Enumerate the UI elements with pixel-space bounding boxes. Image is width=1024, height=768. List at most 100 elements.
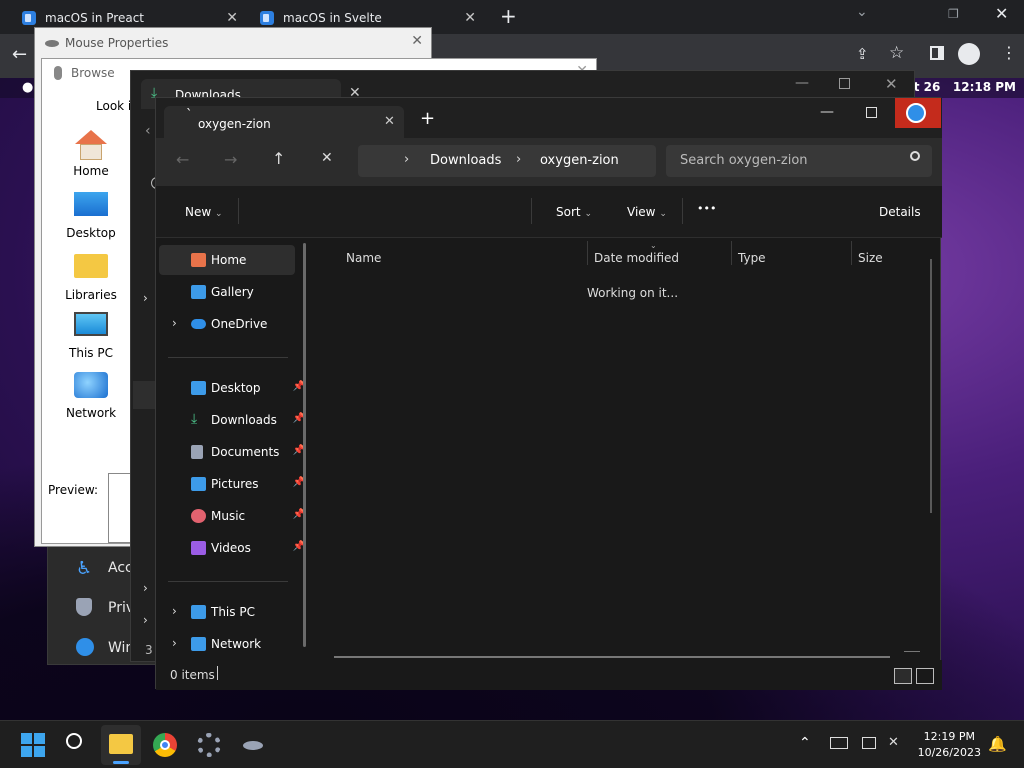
chevron-right-icon[interactable]: › [143,613,148,627]
network-offline-icon[interactable] [830,737,848,749]
settings-gear-icon[interactable] [197,733,221,757]
explorer-tab[interactable]: ` oxygen-zion ✕ [164,106,404,138]
search-icon[interactable] [910,151,920,161]
nav-scrollbar[interactable] [303,243,306,647]
side-panel-icon[interactable] [930,46,944,60]
horizontal-scrollbar[interactable] [334,656,890,658]
column-divider[interactable] [851,241,852,265]
app-overlay-icon [906,103,926,123]
place-label: Libraries [65,288,117,302]
chevron-right-icon[interactable]: › [172,316,177,330]
video-icon [191,541,206,555]
file-explorer-icon [109,734,133,754]
back-arrow-icon[interactable]: ← [12,44,27,65]
nav-item-downloads[interactable]: ⤓ Downloads 📌 [159,405,305,435]
more-menu-icon[interactable]: ⋮ [1001,43,1017,62]
home-icon [74,130,108,160]
minimize-icon[interactable]: — [820,104,834,120]
explorer-nav-bar: ← → ↑ ✕ › Downloads › oxygen-zion Search… [156,138,942,186]
nav-item-desktop[interactable]: Desktop 📌 [159,373,305,403]
nav-item-onedrive[interactable]: › OneDrive [159,309,295,339]
search-icon[interactable] [66,733,90,757]
place-network[interactable]: Network [52,372,130,420]
search-input[interactable]: Search oxygen-zion [680,153,808,168]
loading-text: Working on it... [587,286,679,300]
close-tab-icon[interactable]: ✕ [384,114,395,129]
share-icon[interactable]: ⇪ [856,45,869,63]
nav-item-home[interactable]: Home [159,245,295,275]
new-tab-button[interactable]: + [500,4,517,28]
profile-avatar-icon[interactable] [958,43,980,65]
new-tab-button[interactable]: + [420,108,435,129]
nav-item-documents[interactable]: Documents 📌 [159,437,305,467]
navigation-pane: Home Gallery › OneDrive Desktop 📌 ⤓ Down… [156,239,314,689]
nav-item-music[interactable]: Music 📌 [159,501,305,531]
back-arrow-icon[interactable]: ‹ [145,123,151,139]
place-this-pc[interactable]: This PC [52,312,130,360]
taskbar-explorer-active[interactable] [101,725,141,765]
minimize-icon[interactable]: — [795,75,809,91]
notification-bell-icon[interactable]: 🔔 [988,735,1007,753]
close-tab-icon[interactable]: ✕ [226,10,238,26]
taskbar-clock[interactable]: 12:19 PM 10/26/2023 [918,729,981,761]
close-icon[interactable]: ✕ [885,75,898,93]
show-hidden-icons-icon[interactable]: ⌃ [799,735,811,751]
nav-selected-item[interactable] [133,381,155,409]
up-arrow-icon[interactable]: ↑ [272,149,285,168]
divider [168,581,288,582]
nav-item-gallery[interactable]: Gallery [159,277,295,307]
address-bar[interactable]: › Downloads › oxygen-zion [358,145,656,177]
explorer-command-bar: New ⌄ Sort ⌄ View ⌄ ••• Details [156,186,942,238]
view-button[interactable]: View ⌄ [627,205,667,219]
nav-item-videos[interactable]: Videos 📌 [159,533,305,563]
place-home[interactable]: Home [52,130,130,178]
nav-item-label: Gallery [211,285,254,299]
display-icon[interactable] [862,737,876,749]
back-arrow-icon[interactable]: ← [176,150,189,169]
apple-icon[interactable]: ● [22,80,33,95]
nav-item-this-pc[interactable]: › This PC [159,597,295,627]
forward-arrow-icon[interactable]: → [224,150,237,169]
details-button[interactable]: Details [879,205,921,219]
status-bar: 0 items [156,660,942,690]
close-icon[interactable]: ✕ [411,33,423,49]
stop-loading-icon[interactable]: ✕ [321,150,333,166]
tab-search-chevron-icon[interactable]: ⌄ [856,4,868,20]
nav-item-label: Pictures [211,477,259,491]
chevron-right-icon[interactable]: › [143,581,148,595]
restore-window-icon[interactable]: ❐ [948,7,959,21]
breadcrumb-oxygen-zion[interactable]: oxygen-zion [540,153,619,168]
details-view-icon[interactable] [894,668,912,684]
nav-item-network[interactable]: › Network [159,629,295,659]
shield-icon [76,598,92,616]
sort-button[interactable]: Sort ⌄ [556,205,592,219]
place-desktop[interactable]: Desktop [52,192,130,240]
maximize-icon[interactable] [839,78,850,89]
new-button[interactable]: New ⌄ [185,205,223,219]
start-button[interactable] [21,733,45,757]
chevron-right-icon[interactable]: › [172,604,177,618]
tiles-view-icon[interactable] [916,668,934,684]
more-options-button[interactable]: ••• [697,202,716,215]
search-box[interactable]: Search oxygen-zion [666,145,932,177]
volume-muted-icon[interactable]: ✕ [888,735,899,750]
chrome-icon[interactable] [153,733,177,757]
column-divider[interactable] [587,241,588,265]
column-divider[interactable] [731,241,732,265]
column-header-date-modified[interactable]: Date modified [594,251,679,265]
close-window-icon[interactable]: ✕ [995,4,1008,23]
column-header-size[interactable]: Size [858,251,883,265]
column-header-type[interactable]: Type [738,251,766,265]
breadcrumb-downloads[interactable]: Downloads [430,153,501,168]
chevron-right-icon[interactable]: › [143,291,148,305]
close-button[interactable] [895,98,941,128]
maximize-icon[interactable] [866,107,877,118]
chevron-right-icon[interactable]: › [172,636,177,650]
nav-item-pictures[interactable]: Pictures 📌 [159,469,305,499]
place-libraries[interactable]: Libraries [52,254,130,302]
close-tab-icon[interactable]: ✕ [464,10,476,26]
mouse-icon[interactable] [241,733,265,757]
vertical-scrollbar[interactable] [930,259,932,513]
bookmark-star-icon[interactable]: ☆ [889,43,904,63]
column-header-name[interactable]: Name [346,251,381,265]
